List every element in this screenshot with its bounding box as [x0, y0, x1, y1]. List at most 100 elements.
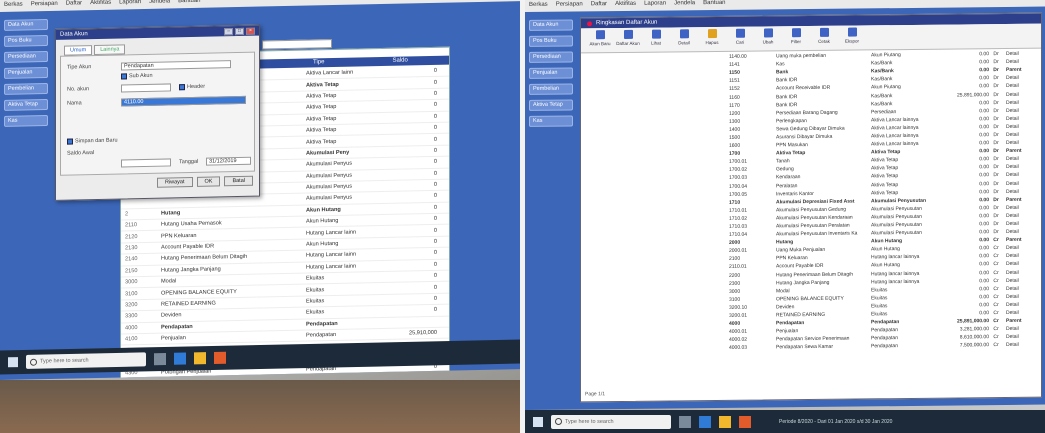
sidebar-button[interactable]: Pos Buku [529, 35, 573, 47]
account-balance: 3,281,000.00 [959, 326, 989, 333]
tab-lainnya[interactable]: Lainnya [94, 44, 126, 56]
opening-balance-input[interactable] [121, 158, 171, 168]
toolbar-button[interactable]: Ubah [757, 28, 779, 48]
sidebar-button[interactable]: Aktiva Tetap [4, 98, 48, 111]
file-explorer-icon[interactable] [194, 352, 206, 365]
file-explorer-icon[interactable] [719, 415, 731, 428]
maximize-icon[interactable]: □ [235, 27, 244, 35]
menu-item[interactable]: Berkas [4, 2, 23, 10]
account-level: Detail [1006, 285, 1019, 292]
sidebar-button[interactable]: Kas [529, 115, 573, 127]
edge-browser-icon[interactable] [699, 415, 711, 428]
history-button[interactable]: Riwayat [156, 176, 193, 188]
account-balance: 0.00 [979, 229, 989, 236]
account-type: Akun Hutang [306, 240, 339, 248]
menu-item[interactable]: Daftar [66, 0, 82, 8]
sidebar-button[interactable]: Pembelian [4, 82, 48, 95]
sidebar-button[interactable]: Kas [4, 114, 48, 127]
toolbar-button[interactable]: Ekspor [841, 27, 863, 47]
menu-item[interactable]: Jendela [674, 0, 695, 8]
toolbar-button[interactable]: Akun Baru [589, 30, 611, 50]
sidebar-button[interactable]: Data Akun [529, 19, 573, 31]
toolbar-button[interactable]: Detail [673, 29, 695, 49]
toolbar-button[interactable]: Lihat [645, 29, 667, 50]
account-number: 3000 [125, 279, 138, 286]
tab-umum[interactable]: Umum [64, 45, 93, 56]
ok-button[interactable]: OK [196, 176, 221, 187]
debit-credit: Cr [993, 326, 999, 333]
menu-item[interactable]: Persiapan [31, 1, 58, 10]
checkbox-save-new[interactable]: Simpan dan Baru [67, 138, 118, 145]
account-number: 2110 [125, 222, 138, 229]
toolbar-button[interactable]: Cari [729, 28, 751, 49]
menu-item[interactable]: Berkas [529, 2, 548, 10]
account-balance: 0.00 [979, 261, 989, 268]
account-balance: 0.00 [979, 285, 989, 293]
toolbar-icon [679, 29, 689, 39]
toolbar-label: Ubah [762, 39, 774, 45]
app-icon[interactable] [739, 415, 751, 428]
debit-credit: Dr [993, 204, 999, 211]
sidebar-button[interactable]: Penjualan [529, 67, 573, 79]
toolbar-button[interactable]: Cetak [813, 27, 835, 48]
minimize-icon[interactable]: – [224, 27, 233, 35]
debit-credit: Dr [993, 172, 999, 179]
column-type[interactable]: Tipe [309, 58, 328, 67]
account-type: Pendapatan [871, 319, 900, 326]
menu-item[interactable]: Jendela [149, 0, 170, 7]
menu-item[interactable]: Laporan [644, 1, 666, 9]
date-input[interactable]: 31/12/2019 [206, 156, 251, 166]
edge-browser-icon[interactable] [174, 352, 186, 365]
checkbox-icon [179, 84, 185, 91]
checkbox-header[interactable]: Header [179, 84, 205, 91]
app-icon[interactable] [214, 351, 226, 364]
sidebar-button[interactable]: Pembelian [529, 83, 573, 95]
sidebar-button[interactable]: Persediaan [529, 51, 573, 63]
sidebar-button[interactable]: Aktiva Tetap [529, 99, 573, 111]
account-no-input[interactable] [121, 83, 171, 93]
menu-item[interactable]: Bantuan [178, 0, 200, 6]
task-view-icon[interactable] [679, 415, 691, 428]
name-input[interactable]: 4110.00 [121, 95, 246, 107]
sidebar-button[interactable]: Penjualan [4, 66, 48, 79]
menu-item[interactable]: Bantuan [703, 0, 725, 8]
menu-item[interactable]: Aktifitas [615, 1, 636, 9]
debit-credit: Dr [993, 99, 999, 106]
account-type: Aktiva Tetap [871, 189, 899, 197]
sidebar-button[interactable]: Persediaan [4, 50, 48, 63]
sidebar: Data Akun Pos Buku Persediaan Penjualan Pemb… [529, 19, 573, 127]
windows-start-icon[interactable] [8, 357, 18, 368]
toolbar-label: Akun Baru [589, 41, 611, 47]
debit-credit: Dr [993, 229, 999, 236]
menu-item[interactable]: Laporan [119, 0, 141, 8]
account-level: Detail [1006, 309, 1019, 317]
account-name: Gedung [776, 166, 794, 173]
account-balance: 0.00 [979, 237, 989, 244]
account-type-select[interactable]: Pendapatan [121, 60, 231, 71]
toolbar-button[interactable]: Daftar Akun [616, 29, 640, 50]
search-input[interactable] [262, 39, 332, 50]
sidebar-button[interactable]: Pos Buku [4, 34, 48, 47]
close-icon[interactable]: × [246, 27, 255, 35]
debit-credit: Cr [993, 253, 999, 260]
menu-item[interactable]: Aktifitas [90, 0, 111, 8]
account-type: Ekuitas [871, 311, 888, 318]
toolbar-button[interactable]: Filter [785, 28, 807, 48]
task-view-icon[interactable] [154, 352, 166, 366]
photo-left: Berkas Persiapan Daftar Aktifitas Laporan Jen… [0, 0, 520, 433]
menu-item[interactable]: Persiapan [556, 1, 583, 9]
cancel-button[interactable]: Batal [224, 175, 253, 187]
menu-item[interactable]: Daftar [591, 1, 607, 9]
column-balance[interactable]: Saldo [388, 56, 411, 65]
account-name: Akumulasi Penyusutan Gedung [776, 206, 847, 214]
account-type: Aktiva Tetap [306, 81, 339, 89]
taskbar-search[interactable]: Type here to search [551, 414, 671, 429]
toolbar-button[interactable]: Hapus [701, 28, 723, 49]
account-balance: 0.00 [979, 277, 989, 284]
account-type: Akumulasi Penyus [306, 172, 353, 180]
account-balance: 0 [433, 147, 437, 154]
windows-start-icon[interactable] [533, 416, 543, 427]
checkbox-sub-account[interactable]: Sub Akun [121, 73, 153, 80]
sidebar-button[interactable]: Data Akun [4, 18, 48, 31]
taskbar-search[interactable]: Type here to search [26, 352, 146, 369]
